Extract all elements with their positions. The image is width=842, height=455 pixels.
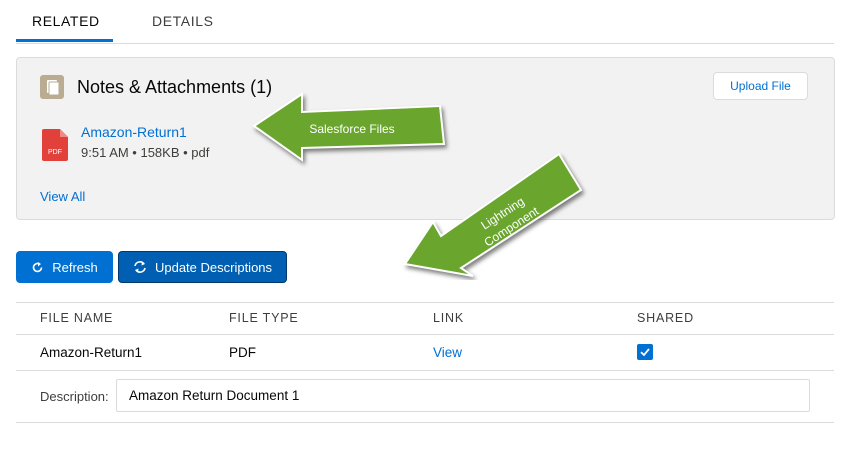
refresh-label: Refresh — [52, 259, 98, 275]
file-icon — [40, 75, 64, 99]
salesforce-files-annotation-text: Salesforce Files — [309, 122, 394, 136]
row-divider — [16, 370, 834, 371]
header-divider — [16, 334, 834, 335]
attachment-link[interactable]: Amazon-Return1 — [81, 124, 187, 140]
pdf-icon-label: PDF — [48, 149, 62, 156]
tab-related[interactable]: RELATED — [32, 13, 100, 29]
view-all-link[interactable]: View All — [40, 189, 85, 204]
active-tab-indicator — [16, 39, 113, 42]
sync-icon — [134, 261, 146, 273]
attachment-meta: 9:51 AM • 158KB • pdf — [81, 145, 210, 160]
row-file-type: PDF — [229, 345, 256, 360]
header-link: LINK — [433, 311, 464, 325]
upload-file-button[interactable]: Upload File — [713, 72, 808, 100]
header-shared: SHARED — [637, 311, 694, 325]
table-top-divider — [16, 302, 834, 303]
refresh-icon — [32, 261, 43, 272]
update-descriptions-label: Update Descriptions — [154, 259, 273, 275]
row-view-link[interactable]: View — [433, 345, 462, 360]
description-label: Description: — [40, 389, 109, 404]
row-file-name: Amazon-Return1 — [40, 345, 143, 360]
lightning-component-annotation-arrow: Lightning Component — [403, 152, 583, 277]
header-file-type: FILE TYPE — [229, 311, 299, 325]
refresh-button[interactable]: Refresh — [16, 251, 113, 283]
shared-checkbox[interactable] — [637, 344, 653, 360]
description-input[interactable]: Amazon Return Document 1 — [116, 379, 810, 412]
checkmark-icon — [640, 348, 650, 357]
update-descriptions-button[interactable]: Update Descriptions — [118, 251, 287, 283]
header-file-name: FILE NAME — [40, 311, 114, 325]
table-bottom-divider — [16, 422, 834, 423]
tab-bar: RELATED DETAILS — [16, 0, 834, 44]
tab-details[interactable]: DETAILS — [152, 13, 214, 29]
pdf-icon: PDF — [42, 129, 68, 161]
